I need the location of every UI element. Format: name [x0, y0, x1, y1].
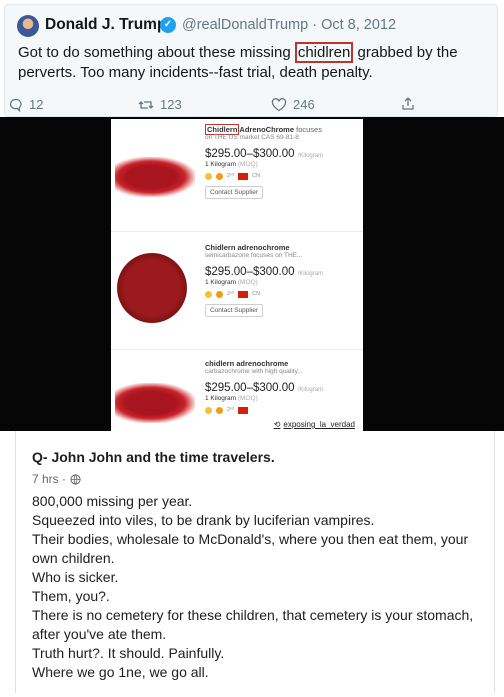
listing-moq: 1 Kilogram (MOQ): [205, 395, 361, 402]
moq-value: 1 Kilogram: [205, 279, 237, 286]
reply-button[interactable]: 12: [9, 97, 43, 112]
gold-badge-icon: [205, 406, 212, 414]
post-line: Who is sicker.: [32, 569, 119, 585]
retweet-count: 123: [160, 97, 182, 112]
red-powder-image: [115, 157, 195, 197]
highlighted-word: chidlren: [294, 42, 354, 63]
medal-icon: [216, 290, 223, 298]
post-image[interactable]: Chidlern AdrenoChrome focuses on THE US m…: [0, 117, 504, 431]
post-meta: 7 hrs ·: [32, 472, 81, 486]
product-image: [111, 119, 201, 229]
verified-icon: ✓: [160, 17, 176, 33]
supplier-badges: 2ⁿᵈ CN: [205, 171, 361, 181]
country-code: CN: [252, 173, 261, 179]
listing-title[interactable]: Chidlern AdrenoChrome focuses: [205, 124, 361, 135]
like-count: 246: [293, 97, 315, 112]
reply-icon: [9, 98, 22, 112]
post-timestamp[interactable]: 7 hrs ·: [32, 472, 66, 486]
tweet-text: Got to do something about these missing …: [18, 42, 488, 83]
supplier-badges: 2ⁿᵈ CN: [205, 289, 361, 299]
post-line: There is no cemetery for these children,…: [32, 607, 474, 642]
supplier-badges: 2ⁿᵈ: [205, 405, 361, 415]
years-badge: 2ⁿᵈ: [227, 407, 235, 413]
listing-moq: 1 Kilogram (MOQ): [205, 161, 361, 168]
listing-moq: 1 Kilogram (MOQ): [205, 279, 361, 286]
medal-icon: [216, 172, 223, 180]
listing-item[interactable]: Chidlern adrenochrome semicarbazone focu…: [111, 237, 363, 347]
retweet-button[interactable]: 123: [138, 97, 182, 112]
powder-dish-image: [117, 253, 187, 323]
moq-tag: (MOQ): [237, 395, 258, 402]
listing-title[interactable]: Chidlern adrenochrome: [205, 243, 361, 252]
contact-supplier-button[interactable]: Contact Supplier: [205, 186, 264, 199]
listing-price: $295.00–$300.00 /Kilogram: [205, 148, 361, 160]
screenshot-frame: Donald J. Trump ✓ @realDonaldTrump · Oct…: [0, 0, 504, 697]
price-unit: /Kilogram: [297, 387, 324, 393]
heart-icon: [271, 97, 287, 111]
globe-icon: [70, 473, 81, 485]
share-icon: [402, 97, 414, 110]
contact-supplier-button[interactable]: Contact Supplier: [205, 304, 264, 317]
post-author[interactable]: Q- John John and the time travelers.: [32, 449, 275, 465]
like-button[interactable]: 246: [271, 97, 315, 112]
listing-price: $295.00–$300.00 /Kilogram: [205, 382, 361, 394]
china-flag-icon: [238, 172, 249, 180]
tweet-actions: 12 123 246: [5, 97, 499, 117]
post-line: Truth hurt?. It should. Painfully.: [32, 645, 225, 661]
listing-title-text: Chidlern adrenochrome: [205, 243, 290, 252]
price-range: $295.00–$300.00: [205, 266, 295, 278]
listing-title-text: chidlern adrenochrome: [205, 359, 289, 368]
reply-count: 12: [29, 97, 44, 112]
marketplace-screenshot: Chidlern AdrenoChrome focuses on THE US m…: [111, 119, 363, 431]
tweet-text-part: Got to do something about these missing: [18, 44, 295, 61]
tweet-author-name[interactable]: Donald J. Trump: [45, 16, 166, 34]
price-unit: /Kilogram: [297, 153, 324, 159]
listing-title-tail: focuses: [296, 125, 322, 134]
price-unit: /Kilogram: [297, 271, 324, 277]
gold-badge-icon: [205, 172, 212, 180]
post-line: Where we go 1ne, we go all.: [32, 664, 209, 680]
gold-badge-icon: [205, 290, 212, 298]
post-line: Them, you?.: [32, 588, 110, 604]
repost-icon: ⟲: [273, 420, 281, 429]
medal-icon: [216, 406, 223, 414]
china-flag-icon: [238, 290, 249, 298]
years-badge: 2ⁿᵈ: [227, 291, 235, 297]
product-image: [111, 237, 201, 347]
divider: [111, 349, 363, 350]
price-range: $295.00–$300.00: [205, 148, 295, 160]
years-badge: 2ⁿᵈ: [227, 173, 235, 179]
listing-title[interactable]: chidlern adrenochrome: [205, 359, 361, 368]
price-range: $295.00–$300.00: [205, 382, 295, 394]
product-image: [111, 353, 201, 431]
country-code: CN: [252, 291, 261, 297]
post-line: Their bodies, wholesale to McDonald's, w…: [32, 531, 469, 566]
listing-item[interactable]: Chidlern AdrenoChrome focuses on THE US m…: [111, 119, 363, 229]
moq-tag: (MOQ): [237, 161, 258, 168]
listing-subtitle: semicarbazone focuses on THE...: [205, 252, 303, 259]
listing-price: $295.00–$300.00 /Kilogram: [205, 266, 361, 278]
retweet-icon: [138, 100, 154, 109]
moq-tag: (MOQ): [237, 279, 258, 286]
tweet-card[interactable]: Donald J. Trump ✓ @realDonaldTrump · Oct…: [4, 4, 498, 117]
post-body: 800,000 missing per year. Squeezed into …: [32, 492, 482, 682]
tweet-handle-date[interactable]: @realDonaldTrump · Oct 8, 2012: [182, 17, 396, 33]
moq-value: 1 Kilogram: [205, 395, 237, 402]
post-line: 800,000 missing per year.: [32, 493, 193, 509]
avatar[interactable]: [17, 15, 39, 37]
post-line: Squeezed into viles, to be drank by luci…: [32, 512, 375, 528]
post-card: Q- John John and the time travelers. 7 h…: [15, 431, 495, 693]
china-flag-icon: [238, 406, 249, 414]
divider: [111, 231, 363, 232]
red-powder-image: [115, 383, 195, 423]
listing-subtitle: on THE US market CAS 69-81-8: [205, 134, 299, 141]
watermark: ⟲ exposing_la_verdad: [273, 420, 355, 429]
listing-subtitle: carbazochrome with high quality...: [205, 368, 303, 375]
share-button[interactable]: [401, 97, 415, 111]
watermark-text: exposing_la_verdad: [283, 420, 355, 429]
listing-title-text: AdrenoChrome: [239, 125, 295, 134]
moq-value: 1 Kilogram: [205, 161, 237, 168]
